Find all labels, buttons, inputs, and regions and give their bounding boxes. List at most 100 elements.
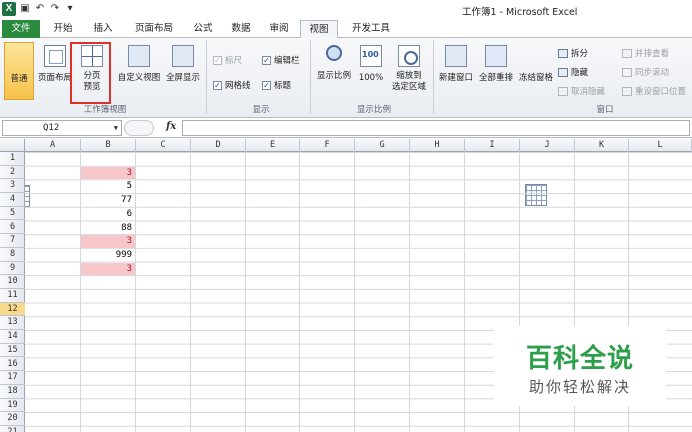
save-icon[interactable]: ▣ <box>19 3 31 15</box>
row-header[interactable]: 2 <box>0 166 25 180</box>
name-box-dropdown-icon[interactable]: ▼ <box>114 121 118 135</box>
sync-scroll-button[interactable]: 同步滚动 <box>622 66 669 78</box>
side-by-side-icon <box>622 48 632 58</box>
zoom-to-selection-button[interactable]: 缩放到 选定区域 <box>388 42 430 100</box>
zoom-100-button[interactable]: 100% <box>356 42 386 100</box>
cell-b8[interactable]: 999 <box>81 249 135 262</box>
row-header[interactable]: 10 <box>0 275 25 289</box>
tab-page-layout[interactable]: 页面布局 <box>126 20 182 38</box>
zoom-100-label: 100% <box>358 73 384 83</box>
row-header[interactable]: 4 <box>0 193 25 207</box>
watermark-subtitle: 助你轻松解决 <box>528 378 631 396</box>
row-header[interactable]: 13 <box>0 316 25 331</box>
row-header[interactable]: 8 <box>0 248 25 262</box>
custom-views-button[interactable]: 自定义视图 <box>114 42 164 100</box>
redo-icon[interactable]: ↷ <box>49 3 61 15</box>
tab-file[interactable]: 文件 <box>2 20 40 38</box>
row-header[interactable]: 15 <box>0 344 25 358</box>
full-screen-button[interactable]: 全屏显示 <box>164 42 202 100</box>
row-header[interactable]: 9 <box>0 262 25 276</box>
column-header[interactable]: B <box>81 139 136 152</box>
column-header[interactable]: K <box>575 139 629 152</box>
column-header[interactable]: F <box>300 139 355 152</box>
tab-developer[interactable]: 开发工具 <box>344 20 398 38</box>
custom-views-icon <box>128 45 150 67</box>
zoom-button[interactable]: 显示比例 <box>314 42 354 100</box>
formula-input[interactable] <box>182 120 690 136</box>
row-header[interactable]: 20 <box>0 412 25 426</box>
row-headers: 1 2 3 4 5 6 7 8 9 10 11 12 13 14 15 16 17 18 19 20 21 <box>0 152 25 432</box>
split-icon <box>558 48 568 58</box>
freeze-panes-button[interactable]: 冻结窗格 <box>516 42 556 206</box>
hide-button[interactable]: 隐藏 <box>558 66 588 78</box>
insert-function-icon[interactable]: fx <box>166 121 176 132</box>
row-header[interactable]: 21 <box>0 426 25 432</box>
ribbon-tabs: 文件 开始 插入 页面布局 公式 数据 审阅 视图 开发工具 <box>0 20 692 39</box>
row-header[interactable]: 17 <box>0 371 25 385</box>
row-header[interactable]: 14 <box>0 330 25 344</box>
row-header[interactable]: 3 <box>0 179 25 194</box>
unhide-button[interactable]: 取消隐藏 <box>558 85 605 97</box>
tab-view[interactable]: 视图 <box>300 20 338 39</box>
cell-b9[interactable]: 3 <box>81 262 135 276</box>
formula-bar-label: 编辑栏 <box>274 56 300 66</box>
ruler-checkbox[interactable]: ✓ 标尺 <box>213 54 242 66</box>
row-header[interactable]: 19 <box>0 399 25 413</box>
tab-review[interactable]: 审阅 <box>262 20 296 38</box>
tab-formulas[interactable]: 公式 <box>186 20 220 38</box>
reset-window-position-button[interactable]: 重设窗口位置 <box>622 85 686 97</box>
cell-b2[interactable]: 3 <box>81 166 135 180</box>
column-header[interactable]: I <box>465 139 520 152</box>
group-separator <box>206 40 207 114</box>
column-header[interactable]: L <box>629 139 692 152</box>
cell-b5[interactable]: 6 <box>81 208 135 221</box>
formula-bar-check-icon: ✓ <box>262 55 271 65</box>
normal-view-button[interactable]: 普通 <box>4 42 34 207</box>
customize-qat-icon[interactable]: ▾ <box>64 3 76 15</box>
grid-line <box>245 152 246 432</box>
gridlines-label: 网格线 <box>225 81 251 91</box>
grid-line <box>135 152 136 432</box>
new-window-button[interactable]: 新建窗口 <box>436 42 476 100</box>
name-box[interactable]: Q12 ▼ <box>2 120 122 136</box>
row-header[interactable]: 18 <box>0 385 25 399</box>
column-header[interactable]: D <box>191 139 246 152</box>
cell-b4[interactable]: 77 <box>81 194 135 207</box>
cell-b3[interactable]: 5 <box>81 180 135 193</box>
quick-access-toolbar: X ▣ ↶ ↷ ▾ <box>2 2 76 16</box>
column-header[interactable]: G <box>355 139 410 152</box>
row-header[interactable]: 11 <box>0 289 25 303</box>
row-header[interactable]: 6 <box>0 221 25 235</box>
formula-buttons <box>124 120 154 136</box>
column-header[interactable]: E <box>246 139 300 152</box>
headings-checkbox[interactable]: ✓ 标题 <box>262 79 291 91</box>
column-header[interactable]: C <box>136 139 191 152</box>
column-header[interactable]: H <box>410 139 465 152</box>
sync-scroll-label: 同步滚动 <box>635 68 670 78</box>
row-header[interactable]: 7 <box>0 234 25 248</box>
arrange-all-button[interactable]: 全部重排 <box>476 42 516 100</box>
watermark: 百科全说 助你轻松解决 <box>494 326 666 406</box>
row-header[interactable]: 1 <box>0 152 25 166</box>
tab-home[interactable]: 开始 <box>46 20 80 38</box>
page-layout-view-button[interactable]: 页面布局 <box>36 42 74 100</box>
headings-check-icon: ✓ <box>262 80 271 90</box>
tab-data[interactable]: 数据 <box>224 20 258 38</box>
cell-b7[interactable]: 3 <box>81 235 135 248</box>
undo-icon[interactable]: ↶ <box>34 3 46 15</box>
tab-insert[interactable]: 插入 <box>86 20 120 38</box>
split-button[interactable]: 拆分 <box>558 47 588 59</box>
cell-b6[interactable]: 88 <box>81 222 135 235</box>
row-header[interactable]: 16 <box>0 358 25 372</box>
row-header[interactable]: 5 <box>0 207 25 221</box>
select-all-corner[interactable] <box>0 139 25 152</box>
gridlines-checkbox[interactable]: ✓ 网格线 <box>213 79 251 91</box>
column-header[interactable]: A <box>25 139 81 152</box>
row-header[interactable]: 12 <box>0 302 25 317</box>
formula-bar-checkbox[interactable]: ✓ 编辑栏 <box>262 54 300 66</box>
view-side-by-side-button[interactable]: 并排查看 <box>622 47 669 59</box>
group-separator <box>433 40 434 114</box>
formula-bar: Q12 ▼ fx <box>0 118 692 138</box>
grid-line <box>409 152 410 432</box>
column-header[interactable]: J <box>520 139 575 152</box>
